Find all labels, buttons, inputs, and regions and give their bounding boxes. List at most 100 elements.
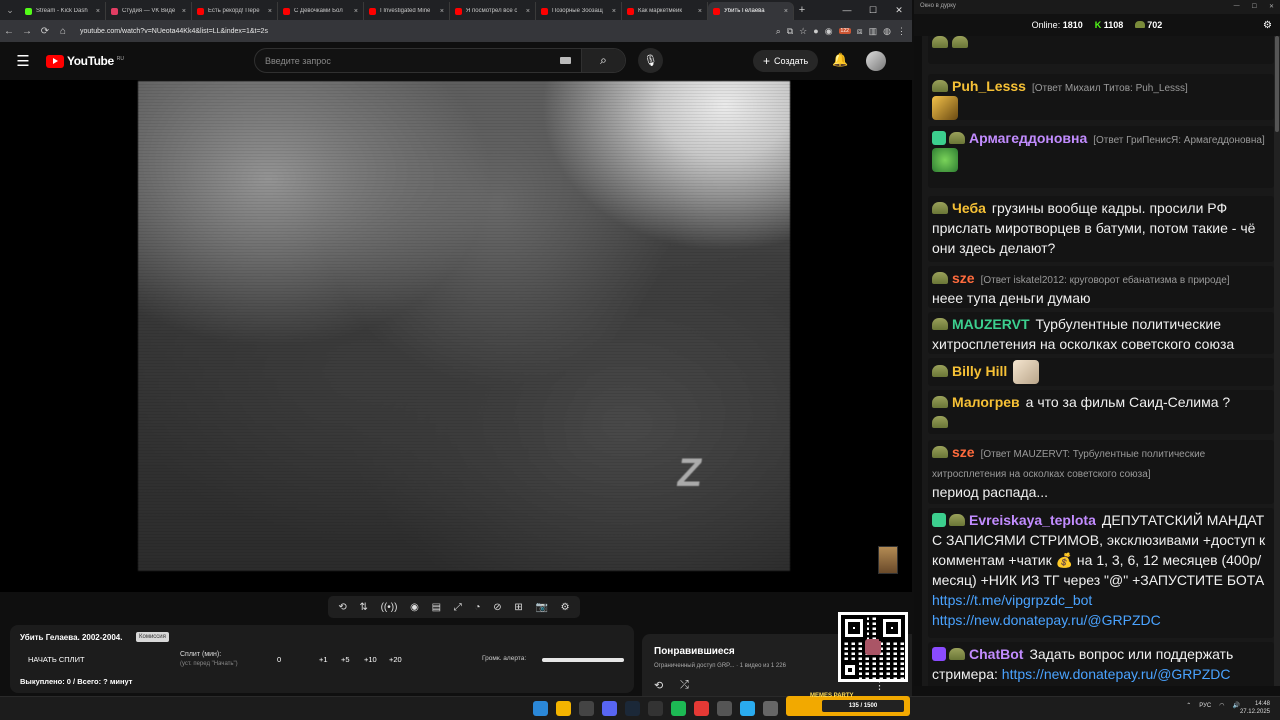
close-tab-icon[interactable]: × — [612, 8, 616, 15]
create-button[interactable]: + Создать — [753, 50, 819, 72]
app-icon[interactable] — [763, 701, 778, 716]
chat-nick[interactable]: Evreiskaya_teplota — [969, 512, 1096, 528]
search-taskbar-icon[interactable] — [579, 701, 594, 716]
chat-scrollbar[interactable] — [1274, 36, 1280, 686]
extension-icon[interactable]: ◉ — [825, 26, 833, 37]
notifications-bell-icon[interactable]: 🔔 — [832, 52, 848, 68]
chat-feed[interactable]: Puh_Lesss [Ответ Михаил Титов: Puh_Lesss]… — [914, 36, 1280, 686]
maximize-icon[interactable]: ☐ — [860, 5, 886, 16]
close-window-icon[interactable]: ✕ — [886, 5, 912, 16]
new-tab-icon[interactable]: + — [794, 4, 810, 16]
chat-nick[interactable]: MAUZERVT — [952, 316, 1030, 332]
increment-button[interactable]: +20 — [389, 655, 402, 664]
increment-button[interactable]: +1 — [319, 655, 328, 664]
close-tab-icon[interactable]: × — [698, 8, 702, 15]
close-tab-icon[interactable]: × — [268, 8, 272, 15]
install-icon[interactable]: ⧉ — [787, 26, 793, 37]
forward-icon[interactable]: → — [18, 26, 36, 37]
close-tab-icon[interactable]: × — [354, 8, 358, 15]
puzzle-icon[interactable]: ⧈ — [857, 26, 863, 37]
minimize-icon[interactable]: — — [834, 5, 860, 16]
browser-tab[interactable]: Я посмотрел все с × — [450, 2, 536, 20]
tab-search-icon[interactable]: ⌄ — [0, 0, 20, 20]
obs-icon[interactable] — [717, 701, 732, 716]
chat-nick[interactable]: sze — [952, 444, 975, 460]
loop-icon[interactable]: ⟲ — [338, 602, 346, 613]
frame-icon[interactable]: ▤ — [432, 602, 441, 613]
app-icon[interactable] — [648, 701, 663, 716]
chat-nick[interactable]: ChatBot — [969, 646, 1023, 662]
steam-icon[interactable] — [625, 701, 640, 716]
reload-icon[interactable]: ⟳ — [36, 26, 54, 37]
broadcast-icon[interactable]: ((•)) — [381, 602, 398, 613]
avatar[interactable] — [866, 51, 886, 71]
chrome-icon[interactable] — [556, 701, 571, 716]
back-icon[interactable]: ← — [0, 26, 18, 37]
screenshot-icon[interactable]: 📷 — [535, 602, 547, 613]
language-indicator[interactable]: РУС — [1199, 703, 1211, 709]
maximize-icon[interactable]: ☐ — [1252, 3, 1257, 11]
eye-icon[interactable]: ◉ — [410, 602, 419, 613]
close-window-icon[interactable]: ✕ — [1269, 3, 1274, 11]
tray-chevron-icon[interactable]: ⌃ — [1186, 702, 1191, 709]
browser-tab[interactable]: Как маркетмейк × — [622, 2, 708, 20]
search-box[interactable]: Введите запрос ⌕ — [254, 48, 626, 73]
increment-button[interactable]: +5 — [341, 655, 350, 664]
chat-nick[interactable]: Малогрев — [952, 394, 1020, 410]
chat-nick[interactable]: Billy Hill — [952, 363, 1007, 379]
close-tab-icon[interactable]: × — [96, 8, 100, 15]
split-value[interactable]: 0 — [277, 655, 281, 664]
spotify-icon[interactable] — [671, 701, 686, 716]
search-button[interactable]: ⌕ — [581, 49, 625, 72]
loop-playlist-icon[interactable]: ⟲ — [654, 679, 663, 692]
wifi-icon[interactable]: ◠ — [1219, 702, 1224, 709]
close-tab-icon[interactable]: × — [182, 8, 186, 15]
hamburger-menu-icon[interactable]: ☰ — [0, 52, 46, 70]
browser-tab[interactable]: С Девочками Бол × — [278, 2, 364, 20]
browser-tab[interactable]: Студия — VK Виде × — [106, 2, 192, 20]
volume-icon[interactable]: 🔊 — [1233, 702, 1240, 709]
chat-nick[interactable]: Армагеддоновна — [969, 130, 1087, 146]
telegram-icon[interactable] — [740, 701, 755, 716]
browser-tab[interactable]: I Investigated Mine × — [364, 2, 450, 20]
chat-link[interactable]: https://new.donatepay.ru/@GRPZDC — [1002, 666, 1231, 682]
home-icon[interactable]: ⌂ — [54, 26, 72, 37]
chat-nick[interactable]: sze — [952, 270, 975, 286]
settings-gear-icon[interactable]: ⚙ — [561, 602, 570, 613]
minimize-icon[interactable]: — — [1234, 3, 1240, 11]
browser-tab-active[interactable]: Убить Гелаева × — [708, 2, 794, 20]
browser-tab[interactable]: Есть рекорд! Пере × — [192, 2, 278, 20]
voice-search-button[interactable]: 🎙 — [638, 48, 663, 73]
keyboard-icon[interactable] — [560, 57, 571, 64]
add-icon[interactable]: ⊞ — [514, 602, 522, 613]
discord-icon[interactable] — [602, 701, 617, 716]
chat-link[interactable]: https://t.me/vipgrpzdc_bot — [932, 592, 1092, 608]
search-input[interactable]: Введите запрос — [265, 56, 560, 66]
bookmark-star-icon[interactable]: ☆ — [799, 26, 807, 37]
url-field[interactable]: youtube.com/watch?v=NUeota44Kk4&list=LL&… — [80, 28, 776, 35]
system-clock[interactable]: 14:48 27.12.2025 — [1240, 700, 1270, 716]
alert-volume-slider[interactable] — [542, 658, 624, 662]
youtube-logo[interactable]: YouTube RU — [46, 54, 124, 68]
browser-tab[interactable]: Stream - Kick Dash × — [20, 2, 106, 20]
extension-icon[interactable]: ● — [813, 26, 818, 36]
opera-icon[interactable] — [694, 701, 709, 716]
close-tab-icon[interactable]: × — [440, 8, 444, 15]
windows-start-icon[interactable] — [533, 701, 548, 716]
increment-button[interactable]: +10 — [364, 655, 377, 664]
start-split-button[interactable]: НАЧАТЬ СПЛИТ — [28, 655, 85, 664]
close-tab-icon[interactable]: × — [526, 8, 530, 15]
chat-settings-icon[interactable]: ⚙ — [1263, 20, 1272, 31]
speedometer-icon[interactable]: ◔ — [474, 602, 480, 613]
sidebar-icon[interactable]: ▥ — [869, 26, 878, 37]
close-tab-icon[interactable]: × — [784, 8, 788, 15]
slash-icon[interactable]: ⊘ — [493, 602, 501, 613]
shuffle-icon[interactable]: ⤮ — [680, 679, 689, 692]
profile-icon[interactable]: ◍ — [883, 26, 891, 37]
zoom-icon[interactable]: ⌕ — [776, 26, 781, 37]
chat-nick[interactable]: Чеба — [952, 200, 986, 216]
chat-link[interactable]: https://new.donatepay.ru/@GRPZDC — [932, 612, 1161, 628]
resize-icon[interactable]: ⤢ — [454, 602, 462, 613]
commission-chip[interactable]: Комиссия — [136, 632, 169, 642]
speed-icon[interactable]: ⇅ — [359, 602, 367, 613]
